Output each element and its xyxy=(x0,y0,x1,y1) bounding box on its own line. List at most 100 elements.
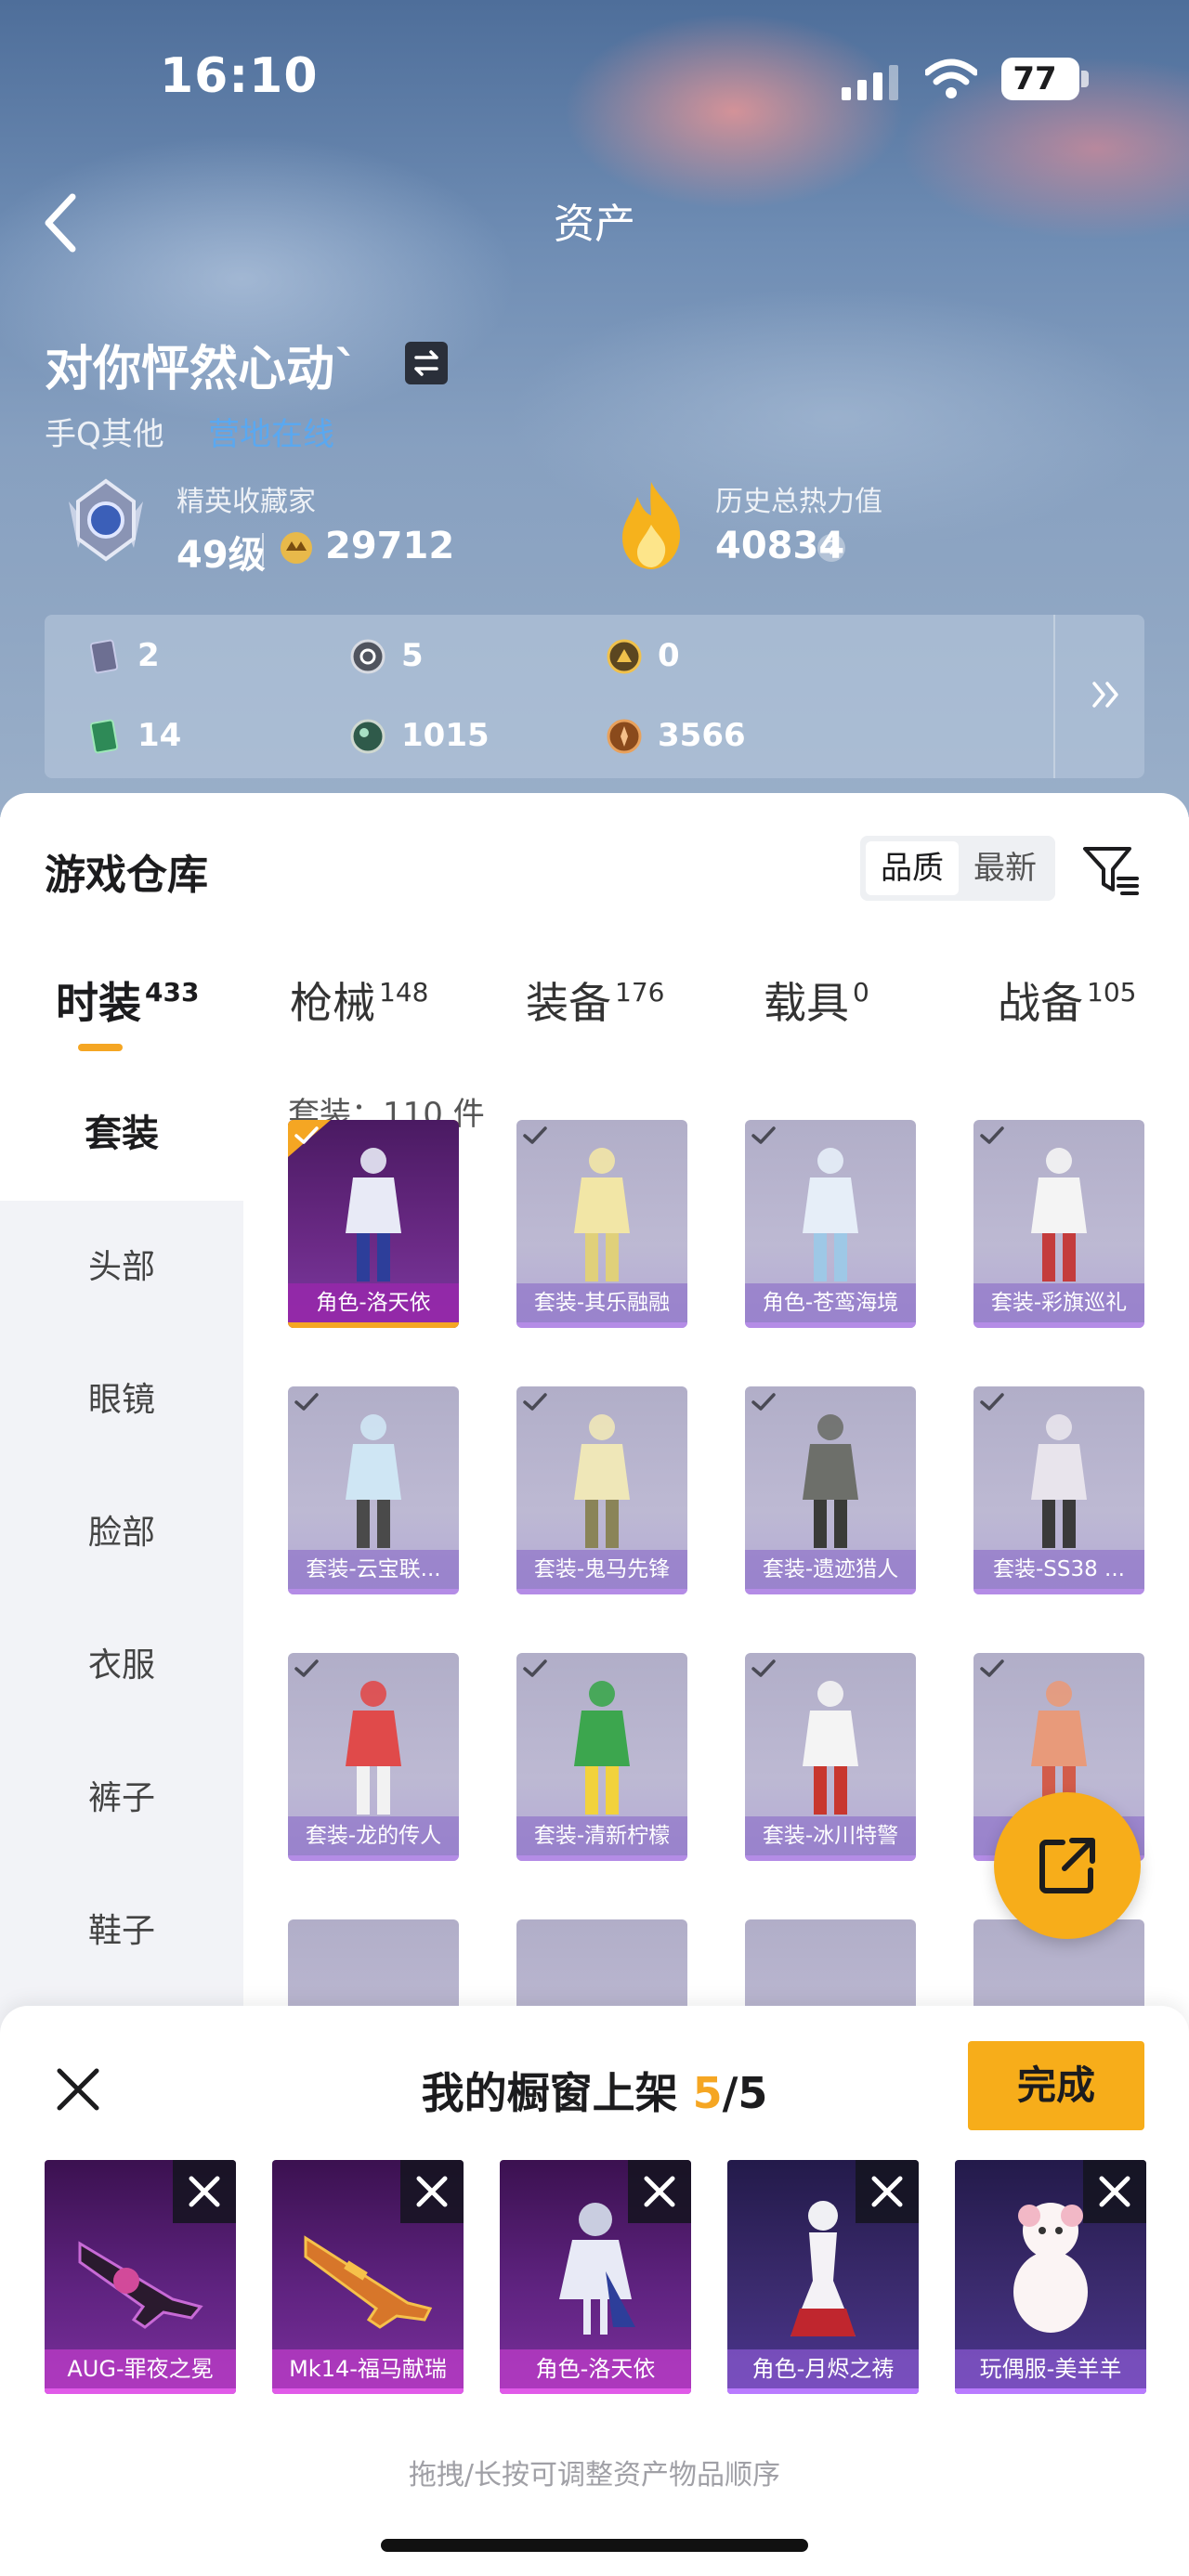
item-tile[interactable]: 角色-苍鸾海境 xyxy=(745,1120,916,1328)
close-icon xyxy=(871,2176,903,2207)
item-tile[interactable]: 套装-彩旗巡礼 xyxy=(973,1120,1144,1328)
filter-icon[interactable] xyxy=(1079,839,1141,901)
slot-rarity-bar xyxy=(272,2388,464,2394)
currency-item: 1015 xyxy=(349,713,498,760)
collector-points: 29712 xyxy=(325,525,455,567)
currency-item: 2 xyxy=(85,633,216,680)
tab-count: 176 xyxy=(615,977,665,1008)
outfit-figure-icon xyxy=(574,1681,630,1815)
item-tile[interactable]: 套装-鬼马先锋 xyxy=(516,1386,687,1594)
tab-label: 枪械 xyxy=(290,978,375,1028)
tile-label: 套装-SS38 ... xyxy=(973,1550,1144,1589)
item-tile[interactable]: 套装-云宝联... xyxy=(288,1386,459,1594)
tile-label: 套装-龙的传人 xyxy=(288,1816,459,1855)
item-tile[interactable]: 套装-龙的传人 xyxy=(288,1653,459,1861)
warehouse-title: 游戏仓库 xyxy=(45,852,208,899)
nav-item-clothes[interactable]: 衣服 xyxy=(0,1599,243,1732)
nav-item-face[interactable]: 脸部 xyxy=(0,1466,243,1599)
currency-value: 14 xyxy=(137,717,182,754)
tile-rarity-bar xyxy=(288,1855,459,1861)
done-button[interactable]: 完成 xyxy=(968,2041,1144,2130)
switch-account-icon[interactable] xyxy=(405,342,448,384)
item-tile[interactable]: 套装-其乐融融 xyxy=(516,1120,687,1328)
remove-slot-button[interactable] xyxy=(173,2160,236,2223)
remove-slot-button[interactable] xyxy=(400,2160,464,2223)
remove-slot-button[interactable] xyxy=(628,2160,691,2223)
item-tile[interactable]: 套装-遗迹猎人 xyxy=(745,1386,916,1594)
tab-equipment[interactable]: 装备 176 xyxy=(526,969,664,1031)
cellular-signal-icon xyxy=(842,65,898,100)
slot-label: Mk14-福马献瑞 xyxy=(272,2349,464,2388)
tile-rarity-bar xyxy=(288,1322,459,1328)
tab-firearms[interactable]: 枪械 148 xyxy=(290,969,428,1031)
card-icon xyxy=(89,639,119,674)
showcase-slot[interactable]: 玩偶服-美羊羊 xyxy=(955,2160,1146,2394)
rank-label: 精英收藏家 xyxy=(176,486,316,518)
tile-rarity-bar xyxy=(973,1322,1144,1328)
tile-rarity-bar xyxy=(288,1589,459,1594)
nav-item-pants[interactable]: 裤子 xyxy=(0,1732,243,1865)
tile-label: 套装-云宝联... xyxy=(288,1550,459,1589)
item-tile[interactable]: 套装-SS38 ... xyxy=(973,1386,1144,1594)
item-tile[interactable]: 角色-洛天依 xyxy=(288,1120,459,1328)
item-tile[interactable]: 套装-冰川特警 xyxy=(745,1653,916,1861)
showcase-slot[interactable]: Mk14-福马献瑞 xyxy=(272,2160,464,2394)
showcase-count: 5 xyxy=(692,2068,723,2118)
double-chevron-right-icon[interactable] xyxy=(1081,669,1133,721)
tab-fashion[interactable]: 时装 433 xyxy=(56,969,199,1031)
tab-count: 148 xyxy=(379,977,429,1008)
battery-tip xyxy=(1081,71,1089,87)
tab-combat-gear[interactable]: 战备 105 xyxy=(998,969,1136,1031)
slot-label: 角色-洛天依 xyxy=(500,2349,691,2388)
ticket-icon xyxy=(89,719,119,754)
showcase-slot[interactable]: 角色-月烬之祷 xyxy=(727,2160,919,2394)
slot-rarity-bar xyxy=(955,2388,1146,2394)
outfit-figure-icon xyxy=(346,1148,401,1281)
tab-count: 0 xyxy=(853,977,869,1008)
showcase-slot[interactable]: AUG-罪夜之冕 xyxy=(45,2160,236,2394)
close-icon xyxy=(189,2176,220,2207)
account-status-link[interactable]: 营地在线 xyxy=(208,409,334,454)
nav-item-head[interactable]: 头部 xyxy=(0,1201,243,1334)
profile-header: 16:10 77 资产 对你怦然心动` 手Q其他 营地在线 精英收藏家 49级 xyxy=(0,0,1189,817)
slot-label: AUG-罪夜之冕 xyxy=(45,2349,236,2388)
tile-label: 套装-冰川特警 xyxy=(745,1816,916,1855)
currency-value: 0 xyxy=(658,637,680,674)
heat-label: 历史总热力值 xyxy=(715,486,882,518)
close-icon xyxy=(644,2176,675,2207)
coin-silver-icon xyxy=(350,639,385,674)
username: 对你怦然心动` xyxy=(45,342,359,397)
tab-vehicles[interactable]: 载具 0 xyxy=(764,969,869,1031)
nav-item-shoes[interactable]: 鞋子 xyxy=(0,1865,243,1997)
slot-rarity-bar xyxy=(727,2388,919,2394)
tile-rarity-bar xyxy=(745,1322,916,1328)
tile-rarity-bar xyxy=(516,1589,687,1594)
slot-rarity-bar xyxy=(45,2388,236,2394)
sort-by-quality[interactable]: 品质 xyxy=(866,841,959,895)
currency-item: 0 xyxy=(606,633,736,680)
tab-label: 载具 xyxy=(764,978,849,1028)
remove-slot-button[interactable] xyxy=(856,2160,919,2223)
slot-label: 角色-月烬之祷 xyxy=(727,2349,919,2388)
nav-item-glasses[interactable]: 眼镜 xyxy=(0,1334,243,1466)
sort-toggle: 品质 最新 xyxy=(860,836,1055,901)
remove-slot-button[interactable] xyxy=(1083,2160,1146,2223)
collector-points-icon xyxy=(281,532,312,564)
currency-item: 3566 xyxy=(606,713,754,760)
sort-by-newest[interactable]: 最新 xyxy=(959,841,1052,895)
showcase-slot[interactable]: 角色-洛天依 xyxy=(500,2160,691,2394)
help-icon[interactable]: ? xyxy=(817,534,845,562)
outfit-figure-icon xyxy=(574,1414,630,1548)
share-button[interactable] xyxy=(994,1792,1141,1939)
orb-icon xyxy=(350,719,385,754)
nav-item-suits[interactable]: 套装 xyxy=(0,1068,243,1201)
tile-label: 角色-苍鸾海境 xyxy=(745,1283,916,1322)
outfit-figure-icon xyxy=(1031,1414,1087,1548)
tile-rarity-bar xyxy=(516,1322,687,1328)
page-title: 资产 xyxy=(554,201,635,248)
outfit-figure-icon xyxy=(346,1681,401,1815)
currency-value: 2 xyxy=(137,637,160,674)
item-tile[interactable]: 套装-清新柠檬 xyxy=(516,1653,687,1861)
account-source: 手Q其他 xyxy=(45,416,164,453)
outfit-figure-icon xyxy=(1031,1148,1087,1281)
